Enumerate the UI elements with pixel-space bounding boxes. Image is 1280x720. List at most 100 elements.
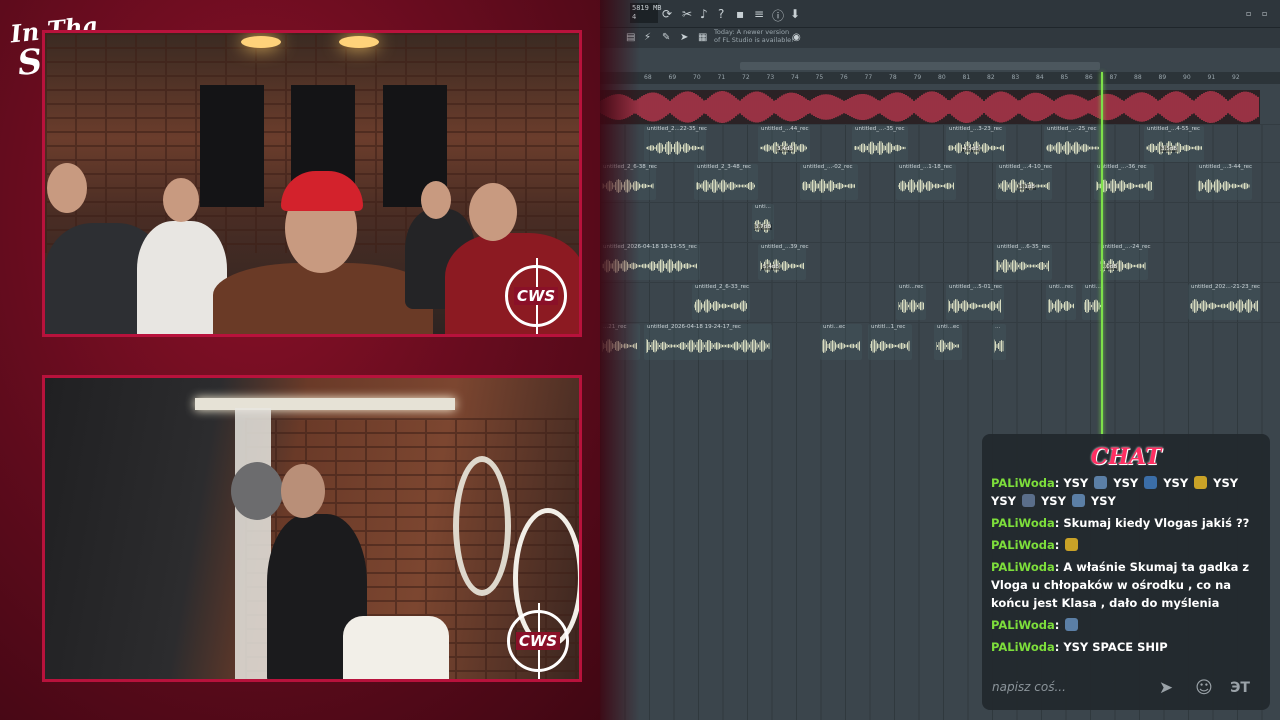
send-icon[interactable]: ➤ — [1154, 676, 1178, 700]
chat-username[interactable]: PALiWoda — [991, 618, 1055, 632]
maximize-icon[interactable]: ▫ — [1262, 9, 1267, 18]
clip-waveform — [802, 179, 855, 193]
audio-clip[interactable]: unti...rec — [1046, 284, 1076, 320]
emoji-icon[interactable]: ☺ — [1192, 676, 1216, 700]
clip-label: untitled_...39_rec — [761, 244, 809, 250]
chat-username[interactable]: PALiWoda — [991, 516, 1055, 530]
audio-clip[interactable]: untitled_...-25_rec — [1044, 126, 1102, 162]
chat-message: PALiWoda: YSY YSY YSY YSY YSY YSY YSY — [991, 474, 1265, 510]
clip-label: untitled_...3-44_rec — [1199, 164, 1252, 170]
ruler-tick: 74 — [791, 74, 799, 81]
ruler-tick: 71 — [717, 74, 726, 81]
audio-clip[interactable]: untitled_...4-10_rec — [996, 164, 1052, 200]
emote-icon — [1065, 618, 1079, 631]
audio-clip[interactable]: untitled_2026-04-18 19-24-17_rec — [644, 324, 772, 360]
clip-gain-label: 3.7dB — [754, 224, 773, 230]
track-row[interactable] — [600, 202, 1280, 242]
chat-username[interactable]: PALiWoda — [991, 560, 1055, 574]
audio-clip[interactable]: untitled_2_6-33_rec — [692, 284, 750, 320]
timeline-ruler[interactable]: 68 69 70 71 72 73 74 75 76 77 78 79 80 81 82 83 84 85 86 87… — [600, 72, 1280, 84]
cws-badge: CWS — [505, 258, 567, 334]
clip-label: untitled_2...22-35_rec — [647, 126, 707, 132]
cws-badge: CWS — [507, 603, 569, 679]
download-icon[interactable]: ⬇ — [790, 7, 800, 21]
chat-message: PALiWoda: YSY SPACE SHIP — [991, 638, 1265, 656]
clip-label: untitled_...1-18_rec — [899, 164, 952, 170]
overlay-fade — [600, 0, 640, 720]
person-head — [163, 178, 199, 222]
clip-label: untitled_...-24_rec — [1101, 244, 1151, 250]
clip-label: untitled_...6-35_rec — [997, 244, 1050, 250]
clip-label: unti...rec — [1049, 284, 1074, 290]
person-head — [421, 181, 451, 219]
clip-label: unti...ec — [823, 324, 846, 330]
emote-icon — [1094, 476, 1108, 489]
ruler-tick: 73 — [766, 74, 775, 81]
audio-clip[interactable]: untitled_...-36_rec — [1094, 164, 1154, 200]
chat-username[interactable]: PALiWoda — [991, 476, 1055, 490]
clip-gain-label: 5.4dB — [762, 264, 781, 270]
audio-clip[interactable]: unti...ec — [934, 324, 962, 360]
vocal-booth-camera: CWS — [42, 375, 582, 682]
audio-clip[interactable]: ... — [992, 324, 1006, 360]
help-icon[interactable]: ? — [718, 7, 724, 21]
audio-clip[interactable]: untitled_...1-18_rec — [896, 164, 956, 200]
cws-badge-text: CWS — [515, 632, 561, 650]
ruler-tick: 83 — [1011, 74, 1020, 81]
clip-waveform — [898, 179, 954, 193]
clip-waveform — [822, 339, 860, 353]
audio-clip[interactable]: untitled_2...22-35_rec — [644, 126, 707, 162]
send-icon[interactable]: ➤ — [680, 32, 688, 43]
chat-message: PALiWoda: A właśnie Skumaj ta gadka z Vl… — [991, 558, 1265, 612]
rapper-head — [281, 464, 325, 518]
audio-clip[interactable]: untitled_...39_rec — [758, 244, 809, 280]
audio-clip[interactable]: unti...rec — [896, 284, 926, 320]
horizontal-scrollbar[interactable] — [740, 62, 1100, 70]
ruler-tick: 70 — [693, 74, 701, 81]
audio-clip[interactable]: untitled_...3-44_rec — [1196, 164, 1252, 200]
extra-button[interactable]: ЭT — [1228, 676, 1252, 700]
playhead[interactable] — [1101, 72, 1103, 440]
chat-username[interactable]: PALiWoda — [991, 538, 1055, 552]
pattern-icon[interactable]: ▦ — [698, 32, 707, 43]
audio-clip[interactable]: untitl...1_rec — [868, 324, 912, 360]
mixer-icon[interactable]: ≡ — [754, 7, 764, 21]
audio-clip[interactable]: untitled_2_3-48_rec — [694, 164, 758, 200]
audio-clip[interactable]: untitled_...-35_rec — [852, 126, 908, 162]
clip-label: untitled_...5-01_rec — [949, 284, 1002, 290]
clip-label: untitled_...3-23_rec — [949, 126, 1002, 132]
audio-clip[interactable]: untitled_...44_rec — [758, 126, 810, 162]
mic-icon[interactable]: ♪ — [700, 7, 708, 21]
audio-clip[interactable]: untitled_...-02_rec — [800, 164, 858, 200]
audio-clip[interactable]: untitled_...4-55_rec — [1144, 126, 1204, 162]
chat-username[interactable]: PALiWoda — [991, 640, 1055, 654]
cut-icon[interactable]: ✂ — [682, 7, 692, 21]
clip-waveform — [1198, 179, 1250, 193]
clip-label: untitled_2026-04-18 19-24-17_rec — [647, 324, 741, 330]
minimize-icon[interactable]: ▫ — [1246, 9, 1251, 18]
info-icon[interactable]: ⓘ — [772, 7, 784, 24]
audio-clip[interactable]: untitled_202...-21-23_rec — [1188, 284, 1260, 320]
emote-icon — [1194, 476, 1208, 489]
update-notice[interactable]: Today: A newer version of FL Studio is a… — [714, 28, 794, 44]
brush-icon[interactable]: ✎ — [662, 32, 670, 43]
clip-label: untitl...1_rec — [871, 324, 906, 330]
clip-waveform — [1046, 141, 1099, 155]
chat-text: : — [1055, 618, 1081, 632]
plug-icon[interactable]: ⚡ — [644, 32, 651, 43]
audio-clip[interactable]: unti...ec — [820, 324, 862, 360]
audio-clip[interactable]: untitled_...3-23_rec — [946, 126, 1006, 162]
clip-waveform — [696, 179, 755, 193]
chat-input[interactable]: napisz coś... — [992, 680, 1152, 698]
save-icon[interactable]: ▪ — [736, 7, 744, 21]
chat-message: PALiWoda: Skumaj kiedy Vlogas jakiś ?? — [991, 514, 1265, 532]
clip-label: untitled_2_3-48_rec — [697, 164, 751, 170]
audio-clip[interactable]: untitled_...6-35_rec — [994, 244, 1052, 280]
daw-toolbar-secondary: ▤ ⚡ ✎ ➤ ▦ ◉ — [600, 28, 1280, 48]
audio-clip[interactable]: untitled_...-24_rec — [1098, 244, 1151, 280]
refresh-icon[interactable]: ⟳ — [662, 7, 672, 21]
clip-waveform — [898, 299, 924, 313]
audio-clip[interactable]: untitled_...5-01_rec — [946, 284, 1004, 320]
track-row[interactable] — [600, 242, 1280, 282]
audio-clip[interactable]: unti... — [752, 204, 774, 240]
